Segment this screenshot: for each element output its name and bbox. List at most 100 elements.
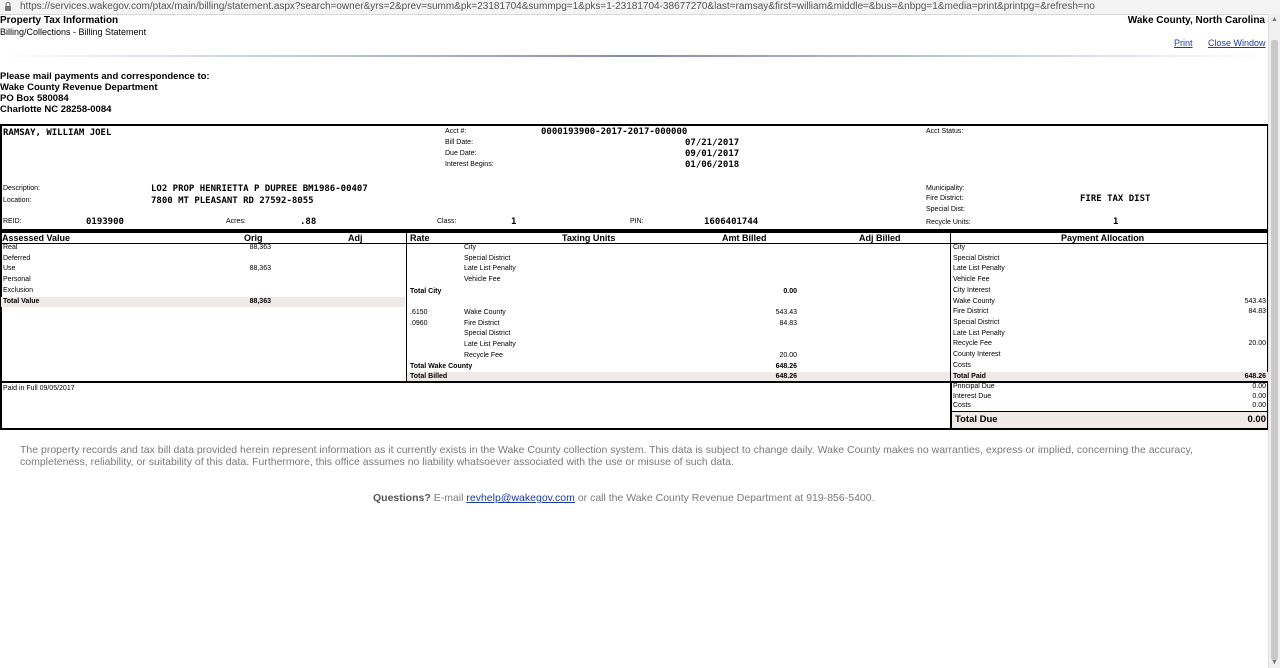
disclaimer-line-2: completeness, reliability, or suitabilit… bbox=[20, 456, 734, 468]
account-info-box bbox=[0, 124, 1269, 231]
questions-text-2: or call the Wake County Revenue Departme… bbox=[577, 492, 875, 504]
scroll-thumb[interactable] bbox=[1271, 40, 1278, 660]
taxing-units-header: Taxing Units bbox=[562, 233, 616, 243]
assessed-row-label: Real bbox=[3, 244, 18, 251]
interest-begins-label: Interest Begins: bbox=[445, 161, 494, 168]
payment-row-label: Recycle Fee bbox=[953, 340, 992, 348]
url-text: https://services.wakegov.com/ptax/main/b… bbox=[20, 1, 1095, 12]
location: 7800 MT PLEASANT RD 27592-8055 bbox=[151, 196, 314, 206]
total-paid-label: Total Paid bbox=[953, 373, 986, 380]
pin-label: PIN: bbox=[630, 218, 644, 225]
assessed-row-label: Personal bbox=[3, 276, 31, 284]
description-label: Description: bbox=[3, 185, 40, 192]
county-unit-label: Wake County bbox=[464, 309, 506, 316]
recycle-units-label: Recycle Units: bbox=[926, 219, 971, 226]
questions-text-1: E-mail bbox=[433, 492, 464, 504]
city-unit-label: Vehicle Fee bbox=[464, 276, 501, 284]
total-due-label: Total Due bbox=[955, 414, 998, 425]
payment-row-amt: 543.43 bbox=[1244, 297, 1266, 305]
due-row-label: Costs bbox=[953, 402, 971, 409]
pin: 1606401744 bbox=[704, 217, 759, 227]
assessed-row-label: Deferred bbox=[3, 254, 31, 262]
address-bar[interactable]: https://services.wakegov.com/ptax/main/b… bbox=[0, 0, 1280, 15]
due-row-label: Interest Due bbox=[953, 392, 992, 400]
payment-row-label: County Interest bbox=[953, 351, 1001, 358]
county-unit-label: Special District bbox=[464, 330, 511, 338]
description: LO2 PROP HENRIETTA P DUPREE BM1986-00407 bbox=[151, 184, 368, 194]
payment-row-amt: 20.00 bbox=[1248, 340, 1266, 348]
total-city-label: Total City bbox=[410, 288, 442, 295]
class-label: Class: bbox=[437, 218, 457, 225]
city-unit-label: City bbox=[464, 244, 477, 251]
bill-date: 07/21/2017 bbox=[685, 138, 740, 148]
total-value: 88,363 bbox=[249, 298, 271, 305]
fire-district: FIRE TAX DIST bbox=[1080, 194, 1151, 204]
adj-billed-header: Adj Billed bbox=[859, 233, 901, 243]
county-rate: .0960 bbox=[410, 319, 428, 327]
disclaimer-line-1: The property records and tax bill data p… bbox=[20, 444, 1193, 456]
location-label: Location: bbox=[3, 197, 32, 204]
owner-name: RAMSAY, WILLIAM JOEL bbox=[3, 128, 112, 138]
payment-row-label: Vehicle Fee bbox=[953, 276, 990, 284]
payment-row-amt: 84.83 bbox=[1248, 308, 1266, 316]
interest-begins: 01/06/2018 bbox=[685, 160, 740, 170]
total-billed-label: Total Billed bbox=[410, 373, 448, 380]
paid-in-full-note: Paid in Full 09/05/2017 bbox=[3, 385, 75, 392]
payment-row-label: Special District bbox=[953, 254, 1000, 262]
lock-icon bbox=[5, 2, 11, 11]
page-subtitle: Billing/Collections - Billing Statement bbox=[0, 27, 147, 37]
rate-header: Rate bbox=[410, 233, 430, 243]
print-link[interactable]: Print bbox=[1174, 38, 1193, 48]
assessed-header: Assessed Value bbox=[2, 233, 71, 243]
assessed-row-orig: 88,363 bbox=[249, 265, 271, 273]
total-billed: 648.26 bbox=[775, 373, 797, 380]
close-window-link[interactable]: Close Window bbox=[1208, 38, 1266, 48]
due-date: 09/01/2017 bbox=[685, 149, 740, 159]
municipality-label: Municipality: bbox=[926, 185, 965, 192]
grid-divider-1 bbox=[406, 232, 407, 383]
acres-label: Acres: bbox=[226, 218, 246, 225]
billing-grid bbox=[0, 231, 1269, 383]
header-divider bbox=[0, 55, 1268, 57]
scroll-up-icon[interactable]: ▲ bbox=[1271, 16, 1278, 23]
mail-heading: Please mail payments and correspondence … bbox=[0, 71, 210, 82]
payment-row-label: Special District bbox=[953, 318, 1000, 326]
scrollbar[interactable]: ▲ ▼ bbox=[1268, 14, 1280, 668]
questions-line: Questions? E-mail revhelp@wakegov.com or… bbox=[373, 492, 875, 504]
payment-allocation-header: Payment Allocation bbox=[1061, 233, 1145, 243]
county-name: Wake County, North Carolina bbox=[1127, 15, 1265, 26]
amt-billed-header: Amt Billed bbox=[722, 233, 767, 243]
mail-line-2: PO Box 580084 bbox=[0, 93, 69, 104]
due-row-amt: 0.00 bbox=[1252, 392, 1266, 400]
special-dist-label: Special Dist: bbox=[926, 206, 965, 213]
total-county: 648.26 bbox=[775, 363, 797, 370]
payment-row-label: City bbox=[953, 244, 966, 251]
assessed-row-label: Use bbox=[3, 265, 16, 273]
orig-header: Orig bbox=[244, 233, 263, 243]
county-amt-billed: 20.00 bbox=[779, 351, 797, 359]
county-amt-billed: 84.83 bbox=[779, 319, 797, 327]
payment-row-label: Costs bbox=[953, 361, 971, 369]
due-row-label: Principal Due bbox=[953, 383, 995, 390]
payment-row-label: City Interest bbox=[953, 286, 991, 294]
questions-prefix: Questions? bbox=[373, 492, 431, 504]
grid-header-rule bbox=[1, 243, 1268, 244]
reid-label: REID: bbox=[3, 218, 22, 225]
notes-box bbox=[0, 381, 952, 430]
total-due-rule bbox=[952, 411, 1267, 412]
due-row-amt: 0.00 bbox=[1252, 383, 1266, 390]
scroll-down-icon[interactable]: ▼ bbox=[1271, 659, 1278, 666]
acct-label: Acct #: bbox=[445, 128, 467, 135]
assessed-row-orig: 88,363 bbox=[249, 244, 271, 251]
city-unit-label: Late List Penalty bbox=[464, 265, 516, 273]
total-value-shade bbox=[1, 297, 405, 307]
city-unit-label: Special District bbox=[464, 254, 511, 262]
acres: .88 bbox=[300, 217, 317, 227]
payment-row-label: Fire District bbox=[953, 308, 989, 316]
total-due: 0.00 bbox=[1247, 414, 1267, 425]
adj-header: Adj bbox=[348, 233, 363, 243]
email-link[interactable]: revhelp@wakegov.com bbox=[466, 492, 575, 504]
acct-status-label: Acct Status: bbox=[926, 128, 964, 135]
total-county-label: Total Wake County bbox=[410, 363, 473, 370]
class: 1 bbox=[511, 217, 517, 227]
